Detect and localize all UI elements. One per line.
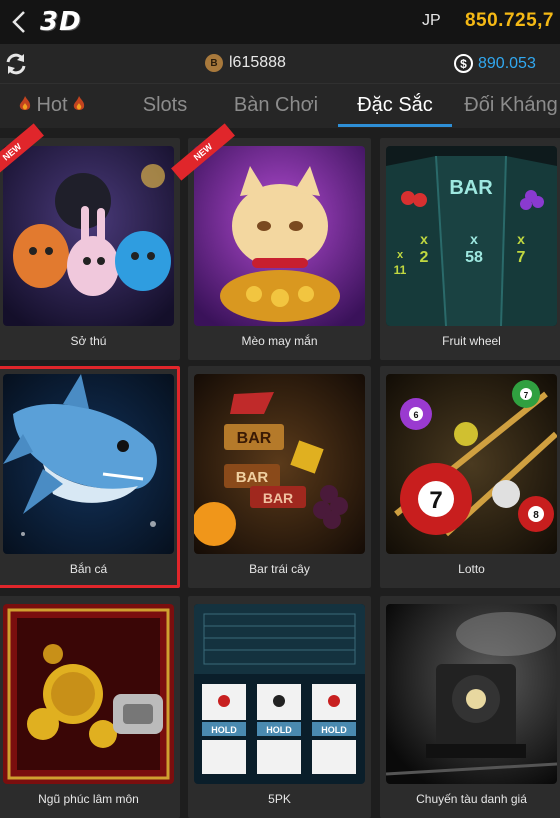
dollar-icon: $ xyxy=(454,54,473,73)
game-thumbnail: BAR x 2 x 58 x 7 x 11 xyxy=(386,146,557,326)
flame-icon xyxy=(73,96,85,110)
art-text: BAR xyxy=(449,177,493,199)
art-text: 7 xyxy=(429,487,442,514)
category-tabs: Hot Slots Bàn Chơi Đặc Sắc Đối Kháng xyxy=(0,84,560,128)
art-text: 11 xyxy=(394,263,407,277)
game-card-lotto[interactable]: 7 6 7 8 Lotto xyxy=(380,366,560,588)
game-title: 5PK xyxy=(268,792,291,806)
game-title: Mèo may mắn xyxy=(241,334,318,348)
game-title: Sở thú xyxy=(70,334,107,348)
app-title: 3D xyxy=(40,7,82,37)
game-card-bar-fruit[interactable]: BAR BAR BAR Bar trái cây xyxy=(188,366,371,588)
flame-icon xyxy=(19,96,31,110)
game-thumbnail: 7 6 7 8 xyxy=(386,374,557,554)
art-text: 7 xyxy=(524,391,529,400)
game-grid: NEW Sở thú NEW Mèo may mắn BAR x 2 x 58 … xyxy=(0,123,560,818)
balance-info: $ 890.053 xyxy=(454,54,536,73)
art-text: x xyxy=(397,249,404,261)
game-card-fishing[interactable]: Bắn cá xyxy=(0,366,180,588)
tab-featured[interactable]: Đặc Sắc xyxy=(338,84,452,128)
tab-hot[interactable]: Hot xyxy=(2,84,102,128)
game-card-train[interactable]: Chuyến tàu danh giá xyxy=(380,596,560,818)
game-title: Lotto xyxy=(458,562,485,576)
game-card-five-blessings[interactable]: Ngũ phúc lâm môn xyxy=(0,596,180,818)
game-card-lucky-cat[interactable]: NEW Mèo may mắn xyxy=(171,123,371,360)
back-icon[interactable] xyxy=(6,6,32,38)
tab-table-games[interactable]: Bàn Chơi xyxy=(222,84,330,128)
art-text: BAR xyxy=(237,430,272,447)
game-card-5pk[interactable]: HOLD HOLD HOLD 5PK xyxy=(188,596,371,818)
jackpot-label: JP xyxy=(422,12,441,29)
tab-versus[interactable]: Đối Kháng xyxy=(456,84,560,128)
tab-label: Hot xyxy=(36,94,68,116)
top-bar: 3D JP 850.725,7 xyxy=(0,0,560,44)
account-bar: B l615888 $ 890.053 xyxy=(0,44,560,84)
game-thumbnail xyxy=(194,146,365,326)
art-text: 7 xyxy=(517,249,526,266)
game-title: Bắn cá xyxy=(69,562,108,576)
art-text: x xyxy=(420,231,428,247)
art-text: 6 xyxy=(413,410,418,420)
art-text: x xyxy=(470,231,478,247)
game-thumbnail: HOLD HOLD HOLD xyxy=(194,604,365,784)
game-title: Bar trái cây xyxy=(249,562,310,576)
username: l615888 xyxy=(229,54,286,71)
game-thumbnail xyxy=(3,374,174,554)
art-text: HOLD xyxy=(211,725,237,735)
refresh-icon[interactable] xyxy=(4,52,28,76)
art-text: BAR xyxy=(263,490,293,506)
art-text: 8 xyxy=(533,510,539,521)
game-title: Fruit wheel xyxy=(442,334,501,348)
game-card-zoo[interactable]: NEW Sở thú xyxy=(0,123,180,360)
game-thumbnail xyxy=(386,604,557,784)
art-text: HOLD xyxy=(321,725,347,735)
game-title: Chuyến tàu danh giá xyxy=(416,792,527,806)
art-text: BAR xyxy=(236,469,269,486)
game-thumbnail xyxy=(3,146,174,326)
game-thumbnail xyxy=(3,604,174,784)
game-title: Ngũ phúc lâm môn xyxy=(38,792,139,806)
art-text: 2 xyxy=(420,249,429,266)
balance-value: 890.053 xyxy=(478,54,536,72)
coin-icon: B xyxy=(205,54,223,72)
art-text: x xyxy=(517,231,525,247)
tab-slots[interactable]: Slots xyxy=(120,84,210,128)
jackpot-value: 850.725,7 xyxy=(464,10,554,31)
game-card-fruit-wheel[interactable]: BAR x 2 x 58 x 7 x 11 Fruit wheel xyxy=(380,138,560,360)
game-thumbnail: BAR BAR BAR xyxy=(194,374,365,554)
art-text: 58 xyxy=(465,249,483,266)
user-info: B l615888 xyxy=(205,54,286,72)
art-text: HOLD xyxy=(266,725,292,735)
active-tab-indicator xyxy=(338,124,452,127)
